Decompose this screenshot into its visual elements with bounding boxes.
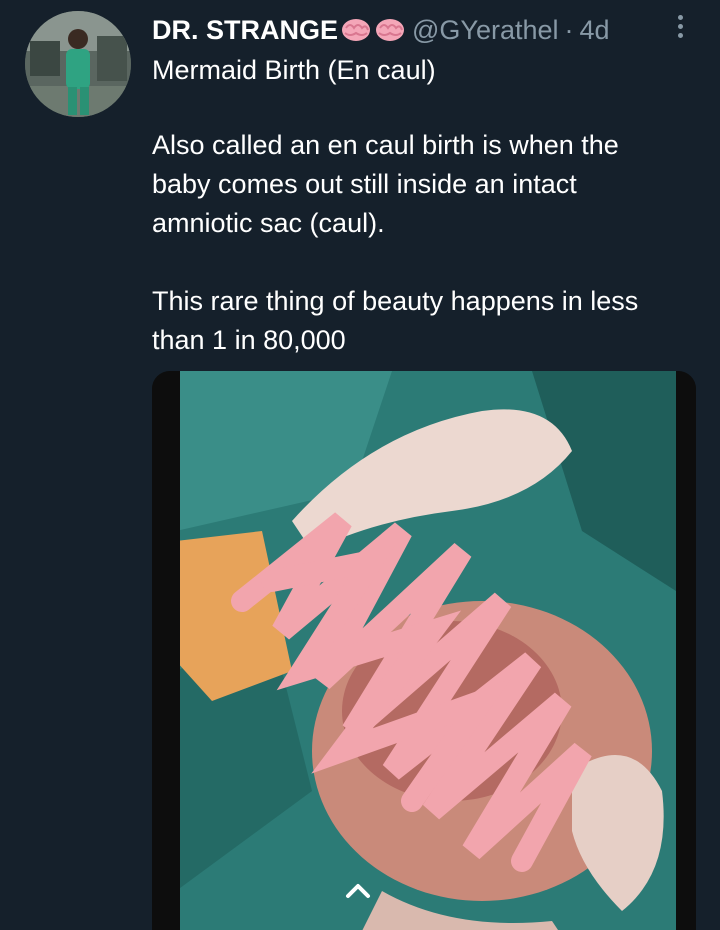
tweet-timestamp[interactable]: 4d	[580, 15, 610, 46]
tweet-text-line: amniotic sac (caul).	[152, 208, 385, 238]
tweet-text-line: than 1 in 80,000	[152, 325, 346, 355]
tweet-text-line: baby comes out still inside an intact	[152, 169, 577, 199]
tweet[interactable]: DR. STRANGE @GYerathel · 4d Mermaid Birt…	[0, 0, 720, 930]
chevron-up-icon[interactable]	[343, 879, 373, 901]
separator-dot: ·	[564, 14, 574, 45]
brain-emoji-icon	[376, 19, 405, 41]
more-vertical-icon[interactable]	[671, 12, 689, 46]
user-handle[interactable]: @GYerathel	[412, 15, 559, 46]
tweet-text-line: Mermaid Birth (En caul)	[152, 55, 436, 85]
tweet-media-image[interactable]	[152, 371, 696, 930]
brain-emoji-icon	[342, 19, 371, 41]
tweet-text-line: Also called an en caul birth is when the	[152, 130, 619, 160]
tweet-header: DR. STRANGE @GYerathel · 4d	[152, 12, 610, 48]
avatar[interactable]	[25, 11, 131, 117]
tweet-text-line: This rare thing of beauty happens in les…	[152, 286, 639, 316]
display-name[interactable]: DR. STRANGE	[152, 15, 338, 46]
